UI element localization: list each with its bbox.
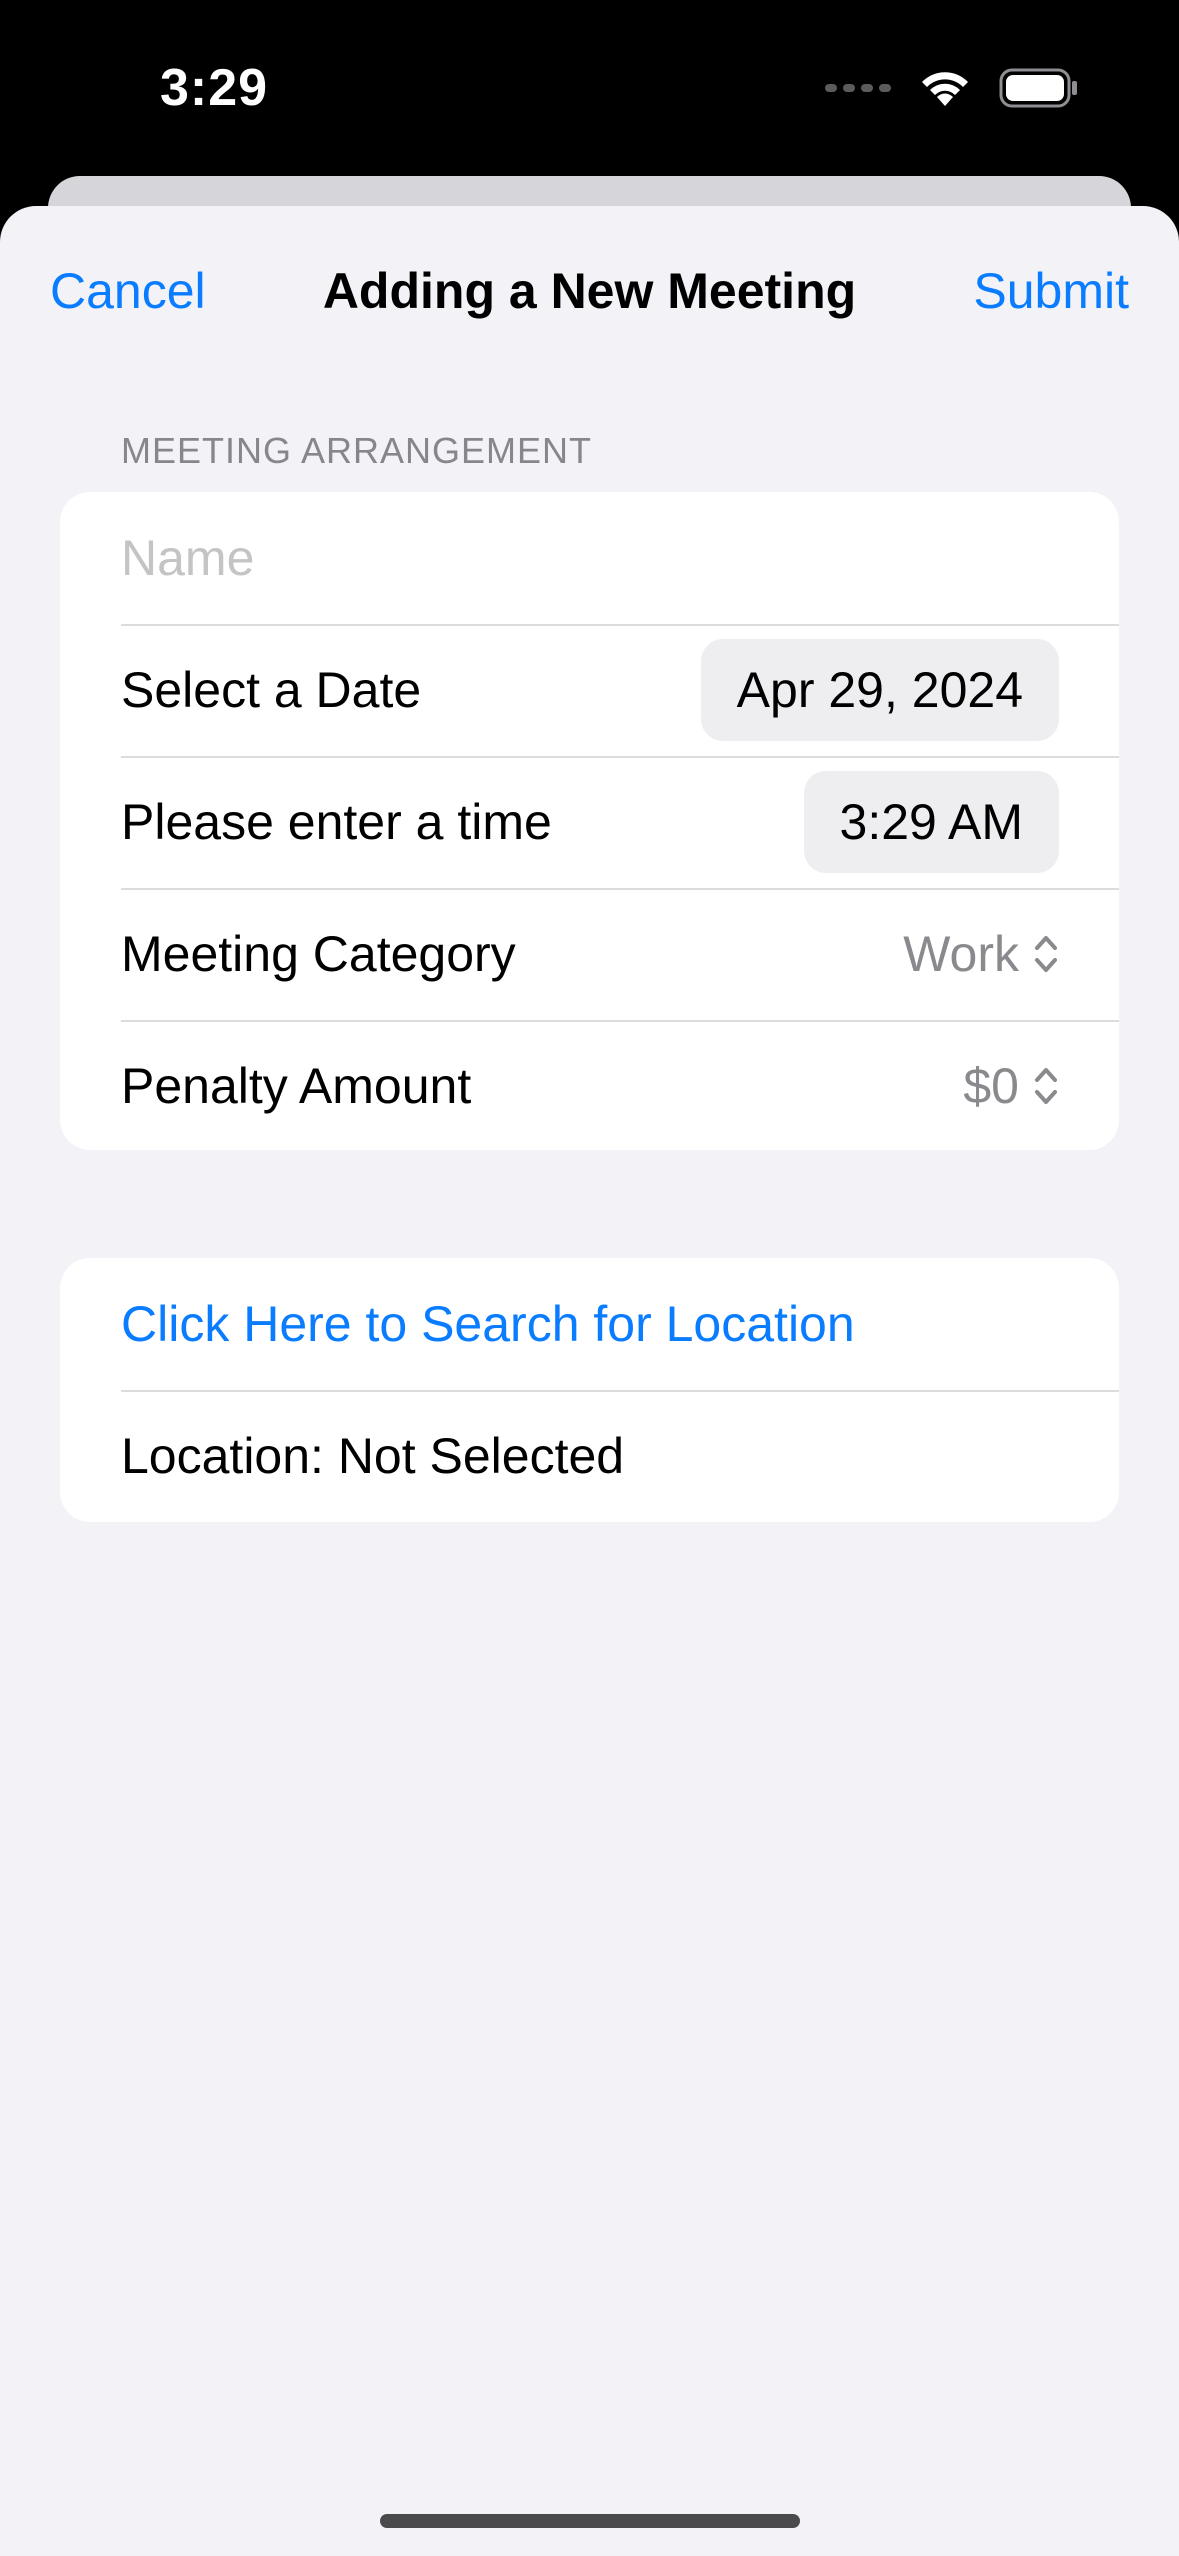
location-search-row[interactable]: Click Here to Search for Location	[60, 1258, 1119, 1390]
screen: 3:29 Cancel Adding a New Meeting Submit …	[0, 0, 1179, 2556]
name-input[interactable]	[121, 529, 1059, 587]
name-row	[60, 492, 1119, 624]
date-label: Select a Date	[121, 662, 422, 718]
chevron-up-down-icon	[1033, 932, 1059, 976]
meeting-form-card: Select a Date Apr 29, 2024 Please enter …	[60, 492, 1119, 1150]
wifi-icon	[919, 68, 971, 108]
section-header-meeting-arrangement: MEETING ARRANGEMENT	[121, 430, 593, 471]
date-row: Select a Date Apr 29, 2024	[60, 624, 1119, 756]
category-picker[interactable]: Work	[903, 925, 1059, 983]
location-card: Click Here to Search for Location Locati…	[60, 1258, 1119, 1522]
category-label: Meeting Category	[121, 926, 516, 982]
time-row: Please enter a time 3:29 AM	[60, 756, 1119, 888]
battery-icon	[999, 68, 1079, 108]
submit-button[interactable]: Submit	[973, 262, 1129, 320]
chevron-up-down-icon	[1033, 1064, 1059, 1108]
time-picker-button[interactable]: 3:29 AM	[803, 771, 1059, 873]
search-location-button[interactable]: Click Here to Search for Location	[121, 1295, 855, 1353]
category-row[interactable]: Meeting Category Work	[60, 888, 1119, 1020]
status-icons	[825, 62, 1079, 114]
date-picker-button[interactable]: Apr 29, 2024	[700, 639, 1059, 741]
penalty-picker[interactable]: $0	[963, 1057, 1059, 1115]
category-value: Work	[903, 926, 1019, 982]
home-indicator[interactable]	[380, 2514, 800, 2528]
penalty-row[interactable]: Penalty Amount $0	[60, 1020, 1119, 1150]
penalty-label: Penalty Amount	[121, 1058, 472, 1114]
time-label: Please enter a time	[121, 794, 552, 850]
location-status: Location: Not Selected	[121, 1428, 625, 1484]
status-time: 3:29	[160, 59, 269, 117]
location-status-row: Location: Not Selected	[60, 1390, 1119, 1522]
cellular-signal-icon	[825, 84, 891, 92]
penalty-value: $0	[963, 1058, 1019, 1114]
